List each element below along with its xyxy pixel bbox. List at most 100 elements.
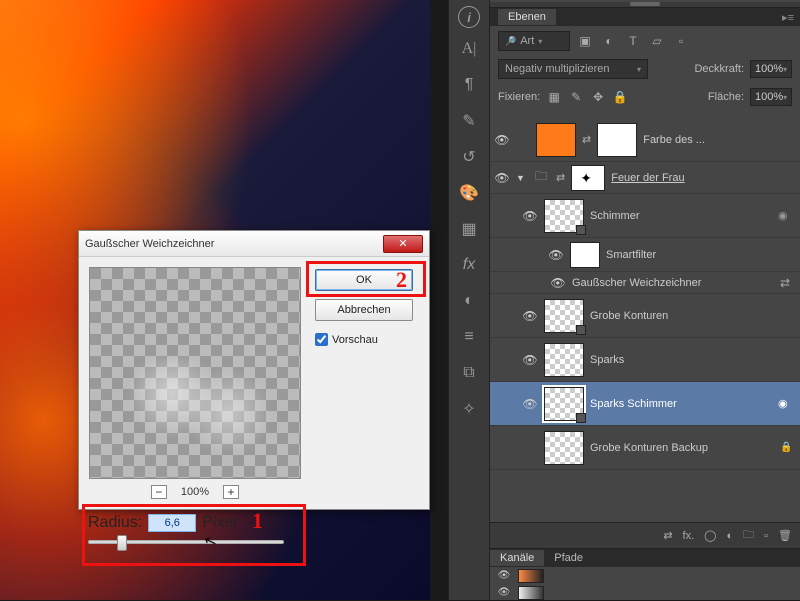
- preview-checkbox-input[interactable]: [315, 333, 328, 346]
- visibility-toggle-icon[interactable]: 👁: [496, 587, 512, 598]
- opacity-input[interactable]: 100%▾: [750, 60, 792, 78]
- layer-thumbnail[interactable]: [544, 431, 584, 465]
- layer-name[interactable]: Feuer der Frau: [611, 172, 794, 184]
- visibility-toggle-icon[interactable]: 👁: [522, 397, 538, 411]
- layer-group-row[interactable]: 👁 ▼ 🗀 ⇄ ✦ Feuer der Frau: [490, 162, 800, 194]
- lock-all-icon[interactable]: 🔒: [612, 89, 628, 105]
- filter-adjust-icon[interactable]: ◐: [600, 33, 618, 49]
- radius-slider[interactable]: [88, 540, 284, 544]
- visibility-toggle-icon[interactable]: 👁: [494, 171, 510, 185]
- smartfilter-row[interactable]: 👁 Smartfilter: [490, 238, 800, 272]
- opacity-label: Deckkraft:: [694, 63, 744, 75]
- layer-name[interactable]: Sparks Schimmer: [590, 398, 772, 410]
- filter-entry-name[interactable]: Gaußscher Weichzeichner: [572, 277, 770, 289]
- annotation-number-1: 1: [252, 508, 263, 534]
- layer-row[interactable]: 👁 ⇄ Farbe des ...: [490, 118, 800, 162]
- swatches-icon[interactable]: 🎨: [454, 178, 484, 208]
- brush-icon[interactable]: ✎: [454, 106, 484, 136]
- channel-thumbnail: [518, 569, 544, 583]
- layer-name[interactable]: Grobe Konturen: [590, 310, 794, 322]
- panel-controls: 🔎 Art ▾ ▣ ◐ T ▱ ▫ Negativ multiplizieren…: [490, 26, 800, 118]
- panel-menu-icon[interactable]: ▸≡: [782, 11, 794, 24]
- layer-thumbnail[interactable]: [536, 123, 576, 157]
- filter-smart-icon[interactable]: ▫: [672, 33, 690, 49]
- mask-thumbnail[interactable]: ✦: [571, 165, 605, 191]
- preview-area: − 100% +: [89, 267, 301, 499]
- filter-type-dropdown[interactable]: 🔎 Art ▾: [498, 31, 570, 51]
- preview-checkbox-label: Vorschau: [332, 334, 378, 346]
- adjust-icon[interactable]: ◐: [454, 286, 484, 316]
- lock-pixels-icon[interactable]: ✎: [568, 89, 584, 105]
- layer-thumbnail[interactable]: [544, 199, 584, 233]
- history-icon[interactable]: ↺: [454, 142, 484, 172]
- expand-arrow-icon[interactable]: ▼: [516, 173, 526, 183]
- visibility-toggle-icon[interactable]: 👁: [548, 248, 564, 262]
- link-layers-icon[interactable]: ⇄: [663, 529, 672, 542]
- tab-channels[interactable]: Kanäle: [490, 550, 544, 566]
- tab-layers[interactable]: Ebenen: [498, 9, 556, 25]
- layer-thumbnail[interactable]: [544, 299, 584, 333]
- slider-knob[interactable]: [117, 535, 127, 551]
- filter-visibility-icon[interactable]: ◉: [778, 209, 794, 222]
- preview-checkbox[interactable]: Vorschau: [315, 333, 378, 346]
- visibility-toggle-icon[interactable]: 👁: [496, 570, 512, 581]
- layer-name[interactable]: Farbe des ...: [643, 134, 794, 146]
- zoom-out-button[interactable]: −: [151, 485, 167, 499]
- layer-thumbnail[interactable]: [544, 343, 584, 377]
- folder-icon: 🗀: [532, 170, 550, 186]
- cancel-button[interactable]: Abbrechen: [315, 299, 413, 321]
- info-icon[interactable]: i: [458, 6, 480, 28]
- layer-row[interactable]: Grobe Konturen Backup 🔒: [490, 426, 800, 470]
- add-mask-icon[interactable]: ◯: [704, 529, 716, 542]
- preview-image[interactable]: [89, 267, 301, 479]
- tab-paths[interactable]: Pfade: [544, 550, 593, 566]
- layer-row[interactable]: 👁 Sparks: [490, 338, 800, 382]
- filter-visibility-icon[interactable]: ◉: [778, 397, 794, 410]
- paragraph-panel-icon[interactable]: ¶: [454, 70, 484, 100]
- close-button[interactable]: ✕: [383, 235, 423, 253]
- clone-panel-icon[interactable]: ⧉: [454, 358, 484, 388]
- visibility-toggle-icon[interactable]: 👁: [522, 209, 538, 223]
- grid-icon[interactable]: ▦: [454, 214, 484, 244]
- filter-options-icon[interactable]: ⇄: [776, 275, 794, 291]
- filter-type-icon[interactable]: T: [624, 33, 642, 49]
- fx-icon[interactable]: fx: [454, 250, 484, 280]
- mask-thumbnail[interactable]: [597, 123, 637, 157]
- filter-mask-thumbnail[interactable]: [570, 242, 600, 268]
- visibility-toggle-icon[interactable]: 👁: [494, 133, 510, 147]
- layer-row[interactable]: 👁 Schimmer ◉: [490, 194, 800, 238]
- visibility-toggle-icon[interactable]: 👁: [522, 309, 538, 323]
- adjustment-layer-icon[interactable]: ◐: [726, 530, 733, 542]
- layer-name[interactable]: Grobe Konturen Backup: [590, 442, 774, 454]
- settings-icon[interactable]: ≡: [454, 322, 484, 352]
- delete-layer-icon[interactable]: 🗑: [778, 529, 792, 542]
- zoom-in-button[interactable]: +: [223, 485, 239, 499]
- fill-input[interactable]: 100%▾: [750, 88, 792, 106]
- visibility-toggle-icon[interactable]: 👁: [522, 353, 538, 367]
- layer-row[interactable]: 👁 Grobe Konturen: [490, 294, 800, 338]
- new-group-icon[interactable]: 🗀: [743, 526, 754, 545]
- layer-row-selected[interactable]: 👁 Sparks Schimmer ◉: [490, 382, 800, 426]
- lock-icon: 🔒: [780, 442, 794, 453]
- layer-name[interactable]: Schimmer: [590, 210, 772, 222]
- visibility-toggle-icon[interactable]: 👁: [550, 276, 566, 290]
- panel-tabbar: Ebenen ▸≡: [490, 8, 800, 26]
- dialog-titlebar[interactable]: Gaußscher Weichzeichner ✕: [79, 231, 429, 257]
- text-tool-icon[interactable]: A|: [454, 34, 484, 64]
- layer-name[interactable]: Sparks: [590, 354, 794, 366]
- layer-thumbnail[interactable]: [544, 387, 584, 421]
- smartfilter-label[interactable]: Smartfilter: [606, 249, 794, 261]
- filter-entry-row[interactable]: 👁 Gaußscher Weichzeichner ⇄: [490, 272, 800, 294]
- filter-shape-icon[interactable]: ▱: [648, 33, 666, 49]
- filter-pixel-icon[interactable]: ▣: [576, 33, 594, 49]
- blend-mode-value: Negativ multiplizieren: [505, 63, 610, 75]
- lock-position-icon[interactable]: ✥: [590, 89, 606, 105]
- measure-icon[interactable]: ✧: [454, 394, 484, 424]
- new-layer-icon[interactable]: ▫: [764, 530, 768, 542]
- radius-input[interactable]: [148, 514, 196, 532]
- blend-mode-dropdown[interactable]: Negativ multiplizieren ▾: [498, 59, 648, 79]
- lock-transparency-icon[interactable]: ▦: [546, 89, 562, 105]
- layer-fx-icon[interactable]: fx.: [683, 530, 695, 542]
- channel-row[interactable]: 👁: [490, 584, 800, 601]
- channel-row[interactable]: 👁: [490, 567, 800, 584]
